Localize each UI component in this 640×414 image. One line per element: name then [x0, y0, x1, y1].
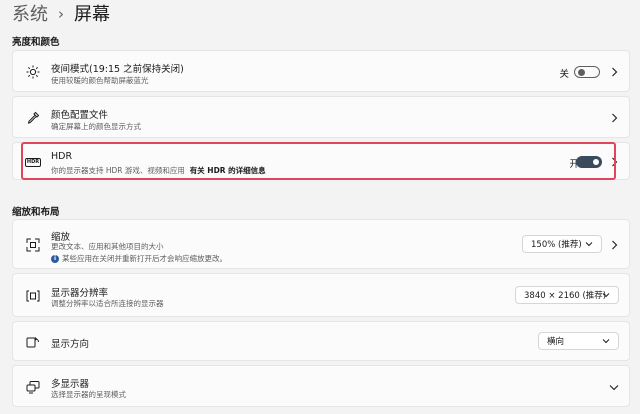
night-light-card[interactable]: 夜间模式(19:15 之前保持关闭) 使用较暖的颜色帮助屏蔽蓝光 关	[12, 50, 630, 92]
color-profile-title: 颜色配置文件	[51, 110, 109, 121]
orientation-icon	[25, 334, 41, 350]
resolution-icon	[25, 288, 41, 304]
resolution-dropdown-value: 3840 × 2160 (推荐)	[524, 291, 607, 301]
chevron-right-icon[interactable]	[609, 67, 619, 77]
scale-icon	[25, 237, 41, 253]
scale-dropdown[interactable]: 150% (推荐)	[522, 235, 602, 253]
info-icon: i	[51, 255, 59, 263]
color-profile-card[interactable]: 颜色配置文件 确定屏幕上的颜色显示方式	[12, 96, 630, 138]
brightness-icon	[25, 64, 41, 80]
breadcrumb: 系统 › 屏幕	[12, 0, 110, 26]
chevron-down-icon	[602, 291, 610, 301]
orientation-dropdown[interactable]: 横向	[538, 332, 619, 350]
scale-subtitle: 更改文本、应用和其他项目的大小	[51, 242, 164, 251]
night-light-subtitle: 使用较暖的颜色帮助屏蔽蓝光	[51, 76, 149, 85]
chevron-down-icon	[602, 337, 610, 347]
multi-display-card[interactable]: 多显示器 选择显示器的呈现模式	[12, 365, 630, 407]
scale-card[interactable]: 缩放 更改文本、应用和其他项目的大小 i 某些应用在关闭并重新打开后才会响应缩放更…	[12, 219, 630, 269]
resolution-dropdown[interactable]: 3840 × 2160 (推荐)	[515, 286, 619, 304]
orientation-title: 显示方向	[51, 339, 90, 350]
orientation-card[interactable]: 显示方向 横向	[12, 321, 630, 361]
night-light-toggle[interactable]	[574, 66, 600, 78]
breadcrumb-separator: ›	[58, 4, 64, 23]
color-profile-subtitle: 确定屏幕上的颜色显示方式	[51, 122, 141, 131]
chevron-down-icon	[585, 240, 593, 250]
scale-dropdown-value: 150% (推荐)	[531, 240, 582, 250]
section-heading-scale-layout: 缩放和布局	[12, 207, 60, 218]
page-title: 屏幕	[74, 4, 110, 25]
chevron-right-icon[interactable]	[609, 240, 619, 250]
resolution-card[interactable]: 显示器分辨率 调整分辨率以适合所连接的显示器 3840 × 2160 (推荐)	[12, 273, 630, 317]
chevron-right-icon[interactable]	[609, 113, 619, 123]
orientation-dropdown-value: 横向	[547, 337, 565, 347]
resolution-title: 显示器分辨率	[51, 288, 109, 299]
resolution-subtitle: 调整分辨率以适合所连接的显示器	[51, 299, 164, 308]
multi-display-title: 多显示器	[51, 379, 90, 390]
scale-notice: i 某些应用在关闭并重新打开后才会响应缩放更改。	[51, 253, 227, 264]
multi-display-subtitle: 选择显示器的呈现模式	[51, 390, 126, 399]
night-light-toggle-label: 关	[559, 69, 569, 80]
section-heading-brightness-color: 亮度和颜色	[12, 37, 60, 48]
chevron-down-icon[interactable]	[609, 382, 619, 392]
night-light-title: 夜间模式(19:15 之前保持关闭)	[51, 64, 184, 75]
eyedropper-icon	[25, 110, 41, 126]
multi-display-icon	[25, 379, 41, 395]
hdr-highlight-box	[21, 142, 616, 180]
breadcrumb-system-link[interactable]: 系统	[12, 0, 48, 26]
